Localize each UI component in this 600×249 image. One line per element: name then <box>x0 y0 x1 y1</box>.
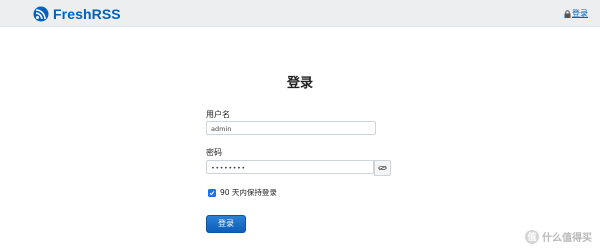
username-input[interactable]: admin <box>206 121 376 135</box>
header-login-link[interactable]: 登录 <box>564 8 588 19</box>
lock-icon <box>564 9 571 18</box>
top-header: FreshRSS 登录 <box>0 0 600 27</box>
username-label: 用户名 <box>206 110 230 119</box>
password-label: 密码 <box>206 148 222 157</box>
remember-me-label: 90 天内保持登录 <box>220 188 277 197</box>
remember-me-row[interactable]: 90 天内保持登录 <box>208 187 277 198</box>
watermark: 值 什么值得买 <box>525 229 592 248</box>
page-title: 登录 <box>286 76 313 91</box>
remember-me-checkbox[interactable] <box>208 188 216 197</box>
eye-icon <box>378 165 387 171</box>
app-logo[interactable]: FreshRSS <box>33 4 121 23</box>
watermark-text: 什么值得买 <box>542 233 592 244</box>
app-name: FreshRSS <box>53 5 121 22</box>
reveal-password-button[interactable] <box>374 160 391 176</box>
header-login-label: 登录 <box>572 9 588 18</box>
login-submit-button[interactable]: 登录 <box>206 215 246 233</box>
password-input[interactable]: •••••••• <box>206 160 374 174</box>
watermark-badge: 值 <box>525 229 539 244</box>
freshrss-logo-icon <box>33 6 49 21</box>
checkmark-icon <box>209 190 215 195</box>
